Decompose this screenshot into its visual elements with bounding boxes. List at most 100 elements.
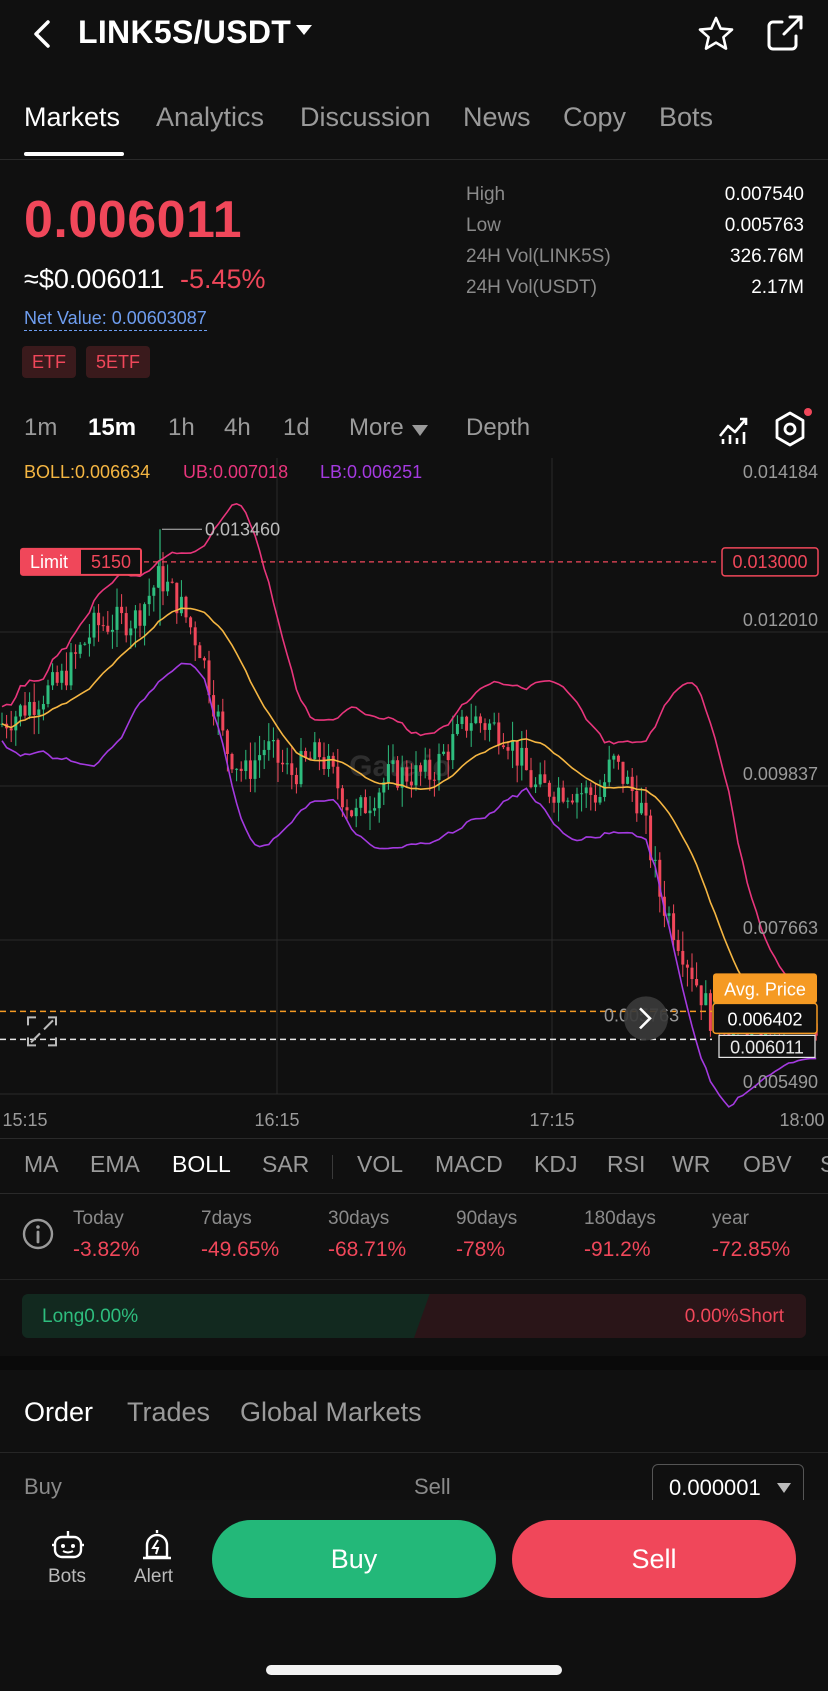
candle-body bbox=[478, 716, 482, 724]
tab-trades[interactable]: Trades bbox=[127, 1397, 210, 1428]
tab-copy[interactable]: Copy bbox=[563, 102, 626, 133]
candle-body bbox=[336, 766, 340, 789]
candle-body bbox=[432, 779, 436, 781]
candle-body bbox=[460, 716, 464, 725]
candle-body bbox=[60, 670, 64, 683]
depth-tab[interactable]: Depth bbox=[466, 414, 530, 442]
precision-value: 0.000001 bbox=[669, 1475, 761, 1500]
stat-label-high: High bbox=[466, 184, 506, 205]
alert-icon[interactable] bbox=[139, 1528, 175, 1562]
pair-dropdown-caret-icon[interactable] bbox=[296, 25, 312, 35]
indicator-ma[interactable]: MA bbox=[24, 1151, 59, 1178]
candlestick-chart[interactable]: Gate.io 0.014184 0.012010 0.009837 0.007663 0… bbox=[0, 458, 828, 1138]
indicator-kdj[interactable]: KDJ bbox=[534, 1151, 577, 1178]
more-caret-icon[interactable] bbox=[412, 425, 428, 436]
tab-markets[interactable]: Markets bbox=[24, 102, 120, 133]
candle-body bbox=[179, 596, 183, 614]
time-axis-label: 15:15 bbox=[2, 1110, 47, 1130]
candle-body bbox=[501, 745, 505, 748]
tab-discussion[interactable]: Discussion bbox=[300, 102, 431, 133]
candle-body bbox=[639, 802, 643, 814]
interval-4h[interactable]: 4h bbox=[224, 414, 251, 442]
candle-body bbox=[184, 596, 188, 618]
candle-body bbox=[446, 751, 450, 761]
indicator-wr[interactable]: WR bbox=[672, 1151, 710, 1178]
buy-button[interactable]: Buy bbox=[212, 1520, 496, 1598]
candle-body bbox=[46, 685, 50, 705]
etf-tag[interactable]: ETF bbox=[22, 346, 76, 378]
candle-body bbox=[110, 629, 114, 632]
candle-body bbox=[557, 787, 561, 803]
candle-body bbox=[566, 800, 570, 802]
indicator-vol[interactable]: VOL bbox=[357, 1151, 403, 1178]
indicator-ema[interactable]: EMA bbox=[90, 1151, 140, 1178]
interval-1m[interactable]: 1m bbox=[24, 414, 57, 442]
interval-15m[interactable]: 15m bbox=[88, 414, 136, 442]
settings-icon[interactable] bbox=[772, 410, 808, 448]
last-price: 0.006011 bbox=[24, 191, 243, 249]
candle-body bbox=[616, 755, 620, 762]
time-axis-label: 16:15 bbox=[254, 1110, 299, 1130]
sell-button[interactable]: Sell bbox=[512, 1520, 796, 1598]
candle-body bbox=[216, 711, 220, 717]
tab-global-markets[interactable]: Global Markets bbox=[240, 1397, 422, 1428]
candle-body bbox=[248, 760, 252, 779]
chart-canvas[interactable]: Gate.io 0.014184 0.012010 0.009837 0.007663 0… bbox=[0, 458, 828, 1138]
candle-body bbox=[271, 740, 275, 742]
candle-body bbox=[442, 751, 446, 754]
indicator-more-cut[interactable]: S bbox=[820, 1151, 828, 1178]
alert-label[interactable]: Alert bbox=[134, 1566, 173, 1588]
chevron-down-icon bbox=[777, 1483, 791, 1493]
candle-body bbox=[515, 740, 519, 766]
candle-body bbox=[87, 637, 91, 644]
candle-body bbox=[202, 658, 206, 661]
candle-body bbox=[124, 613, 128, 636]
pair-title[interactable]: LINK5S/USDT bbox=[78, 14, 291, 51]
indicator-rsi[interactable]: RSI bbox=[607, 1151, 645, 1178]
candle-body bbox=[129, 628, 133, 636]
favorite-star-icon[interactable] bbox=[696, 14, 736, 54]
indicator-boll[interactable]: BOLL bbox=[172, 1151, 231, 1178]
stat-label-low: Low bbox=[466, 215, 501, 236]
candle-body bbox=[166, 581, 170, 592]
5etf-tag[interactable]: 5ETF bbox=[86, 346, 151, 378]
perf-value-90days: -78% bbox=[456, 1238, 506, 1261]
candle-body bbox=[699, 985, 703, 1006]
indicator-macd[interactable]: MACD bbox=[435, 1151, 503, 1178]
candle-body bbox=[423, 759, 427, 772]
interval-more[interactable]: More bbox=[349, 414, 404, 442]
share-icon[interactable] bbox=[764, 12, 806, 54]
interval-1h[interactable]: 1h bbox=[168, 414, 195, 442]
stat-value-vol-quote: 2.17M bbox=[751, 277, 804, 298]
indicator-sar[interactable]: SAR bbox=[262, 1151, 309, 1178]
tab-news[interactable]: News bbox=[463, 102, 531, 133]
net-value-link[interactable]: Net Value: 0.00603087 bbox=[24, 308, 207, 331]
indicator-chart-icon[interactable] bbox=[716, 412, 752, 448]
perf-value-today: -3.82% bbox=[73, 1238, 140, 1261]
active-tab-indicator bbox=[24, 152, 124, 156]
tab-bots[interactable]: Bots bbox=[659, 102, 713, 133]
interval-1d[interactable]: 1d bbox=[283, 414, 310, 442]
back-arrow-icon[interactable] bbox=[26, 14, 62, 54]
bots-label[interactable]: Bots bbox=[48, 1566, 86, 1588]
perf-label-7days: 7days bbox=[201, 1208, 252, 1229]
time-axis-label: 17:15 bbox=[529, 1110, 574, 1130]
candle-body bbox=[170, 581, 174, 583]
candle-body bbox=[322, 757, 326, 770]
bots-robot-icon[interactable] bbox=[50, 1528, 86, 1562]
home-indicator bbox=[266, 1665, 562, 1675]
candle-body bbox=[359, 797, 363, 808]
info-icon[interactable] bbox=[22, 1218, 54, 1250]
tab-order[interactable]: Order bbox=[24, 1397, 93, 1428]
performance-row bbox=[0, 1194, 828, 1280]
candle-body bbox=[414, 765, 418, 786]
candle-body bbox=[681, 950, 685, 965]
indicator-divider bbox=[332, 1155, 333, 1179]
candle-body bbox=[538, 774, 542, 785]
tab-analytics[interactable]: Analytics bbox=[156, 102, 264, 133]
indicator-obv[interactable]: OBV bbox=[743, 1151, 792, 1178]
candle-body bbox=[704, 993, 708, 1006]
candle-body bbox=[313, 742, 317, 760]
stat-value-high: 0.007540 bbox=[724, 184, 804, 205]
candle-body bbox=[593, 794, 597, 803]
